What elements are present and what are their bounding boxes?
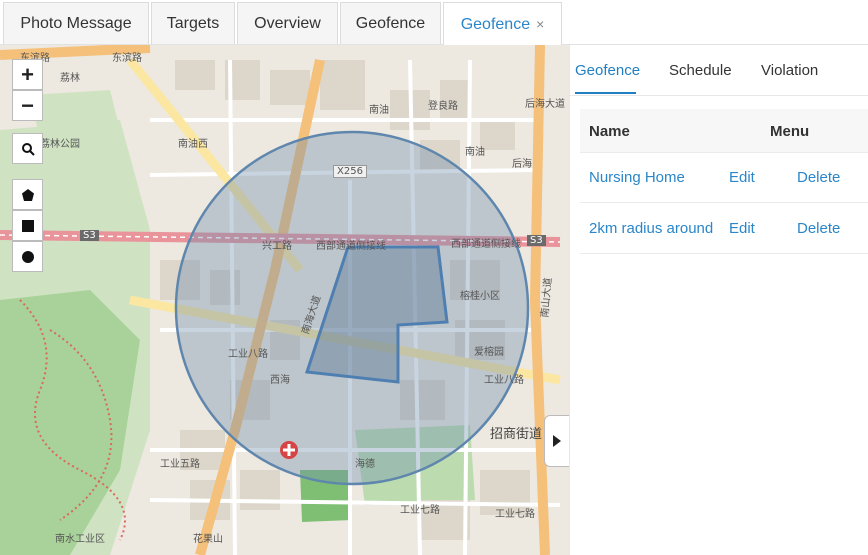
map-label: 西海: [270, 375, 290, 386]
tab-photo-message[interactable]: Photo Message: [3, 2, 149, 44]
map-label: 海德: [355, 459, 375, 470]
zoom-in-button[interactable]: +: [12, 59, 43, 90]
map-label: 榕桂小区: [460, 291, 500, 302]
tab-violation[interactable]: Violation: [761, 62, 818, 79]
map-label: 工业七路: [495, 509, 535, 520]
top-tab-bar: Photo Message Targets Overview Geofence …: [0, 0, 868, 45]
map-label: 东滨路: [112, 53, 142, 64]
circle-icon: [21, 250, 34, 263]
tab-geofence-list[interactable]: Geofence: [575, 62, 640, 79]
tab-geofence-active[interactable]: Geofence ×: [443, 2, 562, 45]
map-label: 爱榕园: [474, 347, 504, 358]
search-icon: [21, 142, 35, 156]
geofence-name-link[interactable]: 2km radius around: [589, 220, 713, 237]
delete-button[interactable]: Delete: [797, 220, 840, 237]
map-label: S3: [80, 230, 99, 241]
map-label: 后海大道: [525, 99, 565, 110]
map-label: 南油: [465, 147, 485, 158]
map-label: 南油西: [178, 139, 208, 150]
map-label: 南水工业区: [55, 534, 105, 545]
tab-label: Targets: [166, 15, 220, 32]
draw-rectangle-button[interactable]: [12, 210, 43, 241]
edit-button[interactable]: Edit: [729, 169, 755, 186]
tab-schedule[interactable]: Schedule: [669, 62, 732, 79]
geofence-panel: Geofence Schedule Violation Name Menu Nu…: [569, 45, 868, 555]
map-label: X256: [333, 165, 367, 178]
tab-label: Geofence: [355, 15, 426, 32]
table-row: 2km radius around Edit Delete: [580, 203, 868, 254]
table-header: Name Menu: [580, 109, 868, 153]
geofence-name-link[interactable]: Nursing Home: [589, 169, 685, 186]
active-tab-indicator: [575, 92, 636, 94]
tab-geofence[interactable]: Geofence: [340, 2, 441, 44]
column-header-menu: Menu: [770, 123, 810, 140]
map-label: 兴工路: [262, 241, 292, 252]
tab-label: Overview: [254, 15, 321, 32]
map-label: 招商街道: [490, 427, 543, 442]
map-label: 西部通道侧接线: [451, 239, 521, 250]
column-header-name: Name: [589, 123, 630, 140]
minus-icon: −: [21, 92, 34, 118]
map-label: 荔林公园: [40, 139, 80, 150]
search-button[interactable]: [12, 133, 43, 164]
draw-polygon-button[interactable]: [12, 179, 43, 210]
tab-label: Photo Message: [20, 15, 132, 32]
plus-icon: +: [21, 61, 34, 87]
polygon-icon: [21, 188, 34, 201]
map-label: 西部通道侧接线: [316, 241, 386, 252]
zoom-out-button[interactable]: −: [12, 90, 43, 121]
map-label: 荔林: [60, 73, 80, 84]
panel-tabs: Geofence Schedule Violation: [570, 45, 868, 96]
map-label: S3: [527, 235, 546, 246]
map-label: 后海: [512, 159, 532, 170]
table-row: Nursing Home Edit Delete: [580, 152, 868, 203]
collapse-panel-button[interactable]: [544, 415, 569, 467]
tab-label: Geofence: [460, 16, 531, 33]
map-label: 工业八路: [484, 375, 524, 386]
map-label: 南油: [369, 105, 389, 116]
close-icon[interactable]: ×: [536, 16, 544, 32]
map-label: 工业五路: [160, 459, 200, 470]
square-icon: [21, 219, 34, 232]
edit-button[interactable]: Edit: [729, 220, 755, 237]
delete-button[interactable]: Delete: [797, 169, 840, 186]
map-label: 工业七路: [400, 505, 440, 516]
map-view[interactable]: 东滨路 东滨路 荔林 南油西 南油 南油 后海 后海大道 兴工路 西部通道侧接线…: [0, 45, 569, 555]
map-label: 工业八路: [228, 349, 268, 360]
draw-circle-button[interactable]: [12, 241, 43, 272]
tab-overview[interactable]: Overview: [237, 2, 338, 44]
map-label: 花果山: [193, 534, 223, 545]
map-label: 登良路: [428, 101, 458, 112]
chevron-right-icon: [553, 435, 561, 447]
tab-targets[interactable]: Targets: [151, 2, 235, 44]
